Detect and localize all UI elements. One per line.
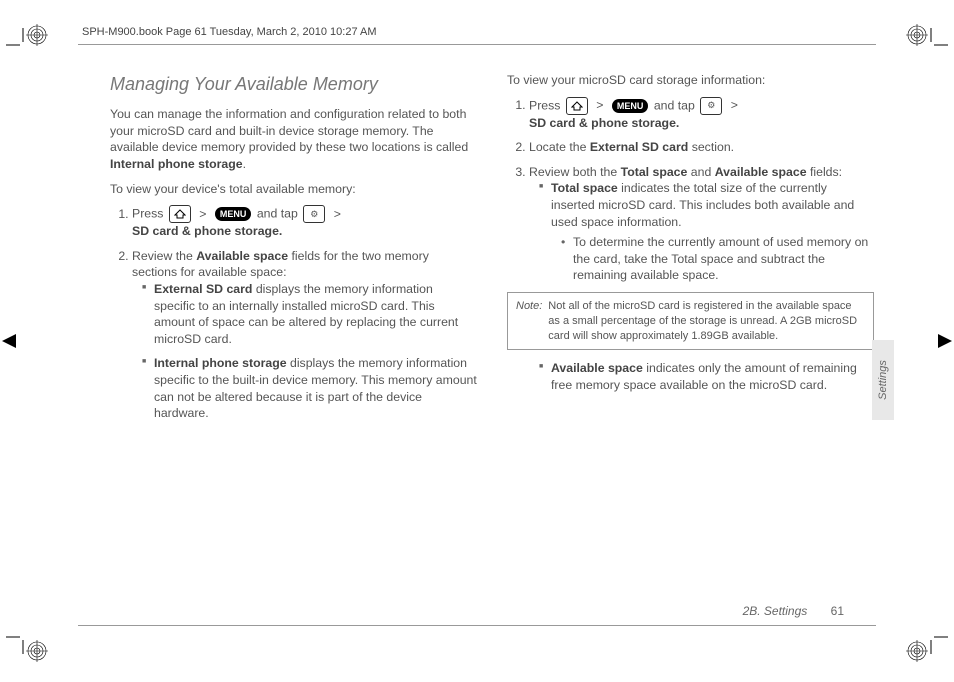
crop-corner-icon: [930, 636, 948, 654]
step3-post: fields:: [807, 165, 843, 179]
step2-post: section.: [688, 140, 734, 154]
right-step-3: Review both the Total space and Availabl…: [529, 164, 874, 284]
press-label: Press: [132, 207, 167, 221]
header-rule: [78, 44, 876, 45]
step2-bold: Available space: [196, 249, 288, 263]
left-subhead: To view your device's total available me…: [110, 181, 477, 198]
registration-target-icon: [906, 640, 928, 662]
note-text: Not all of the microSD card is registere…: [548, 299, 865, 344]
gt-separator: >: [199, 207, 206, 221]
footer-page-number: 61: [831, 604, 844, 618]
step2-pre: Locate the: [529, 140, 590, 154]
intro-bold: Internal phone storage: [110, 157, 243, 171]
step3-pre: Review both the: [529, 165, 621, 179]
right-bullet-2: Available space indicates only the amoun…: [541, 360, 874, 393]
settings-key-icon: ⚙: [303, 205, 325, 223]
step2-bold: External SD card: [590, 140, 688, 154]
section-heading: Managing Your Available Memory: [110, 72, 477, 96]
step3-mid: and: [687, 165, 714, 179]
right-column: To view your microSD card storage inform…: [507, 72, 874, 602]
gt-separator: >: [334, 207, 341, 221]
right-bullet-1: Total space indicates the total size of …: [541, 180, 874, 284]
right-step-1: Press > MENU and tap ⚙ > SD card & phone…: [529, 97, 874, 132]
footer-rule: [78, 625, 876, 626]
footer-section: 2B. Settings: [743, 604, 808, 618]
note-label: Note:: [516, 299, 542, 344]
crop-arrow-right-icon: [936, 332, 952, 350]
step2-pre: Review the: [132, 249, 196, 263]
b1-bold: External SD card: [154, 282, 252, 296]
step3-bold2: Available space: [715, 165, 807, 179]
left-step-2: Review the Available space fields for th…: [132, 248, 477, 422]
intro-text: You can manage the information and confi…: [110, 107, 468, 154]
left-column: Managing Your Available Memory You can m…: [110, 72, 477, 602]
press-label: Press: [529, 98, 564, 112]
right-steps: Press > MENU and tap ⚙ > SD card & phone…: [507, 97, 874, 284]
settings-key-icon: ⚙: [700, 97, 722, 115]
page-footer: 2B. Settings 61: [743, 604, 844, 618]
intro-paragraph: You can manage the information and confi…: [110, 106, 477, 172]
gt-separator: >: [731, 98, 738, 112]
rb2-bold: Available space: [551, 361, 643, 375]
intro-post: .: [243, 157, 246, 171]
and-tap-label: and tap: [257, 207, 301, 221]
registration-target-icon: [906, 24, 928, 46]
book-header: SPH-M900.book Page 61 Tuesday, March 2, …: [78, 26, 381, 38]
crop-corner-icon: [6, 636, 24, 654]
b2-bold: Internal phone storage: [154, 356, 287, 370]
menu-key-icon: MENU: [215, 207, 252, 221]
home-key-icon: [566, 97, 588, 115]
note-box: Note: Not all of the microSD card is reg…: [507, 292, 874, 351]
left-bullet-2: Internal phone storage displays the memo…: [144, 355, 477, 421]
left-steps: Press > MENU and tap ⚙ > SD card & phone…: [110, 205, 477, 422]
left-step-1: Press > MENU and tap ⚙ > SD card & phone…: [132, 205, 477, 240]
right-sub-bullet: To determine the currently amount of use…: [551, 234, 874, 284]
right-step-2: Locate the External SD card section.: [529, 139, 874, 156]
crop-corner-icon: [6, 28, 24, 46]
and-tap-label: and tap: [654, 98, 698, 112]
crop-arrow-left-icon: [2, 332, 18, 350]
rb1-bold: Total space: [551, 181, 618, 195]
home-key-icon: [169, 205, 191, 223]
left-bullet-1: External SD card displays the memory inf…: [144, 281, 477, 347]
step1-path: SD card & phone storage.: [132, 224, 282, 238]
step1-path: SD card & phone storage.: [529, 116, 679, 130]
gt-separator: >: [596, 98, 603, 112]
menu-key-icon: MENU: [612, 99, 649, 113]
crop-corner-icon: [930, 28, 948, 46]
side-tab-label: Settings: [877, 360, 889, 400]
side-tab: Settings: [872, 340, 894, 420]
step3-bold1: Total space: [621, 165, 688, 179]
registration-target-icon: [26, 24, 48, 46]
right-subhead: To view your microSD card storage inform…: [507, 72, 874, 89]
page-body: Managing Your Available Memory You can m…: [110, 72, 874, 602]
registration-target-icon: [26, 640, 48, 662]
